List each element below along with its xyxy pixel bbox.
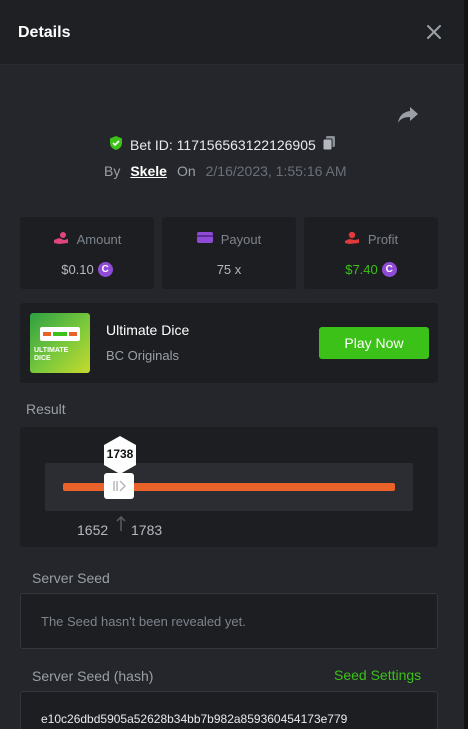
slider-handle[interactable] (104, 473, 134, 499)
amount-card: Amount $0.10 C (20, 217, 154, 289)
close-icon[interactable] (424, 22, 444, 42)
server-seed-hash-label: Server Seed (hash) (32, 668, 154, 684)
copy-icon[interactable] (322, 135, 336, 156)
game-thumbnail-text: ULTIMATE DICE (34, 347, 69, 362)
server-seed-hash-box[interactable]: e10c26dbd5905a52628b34bb7b982a8593604541… (20, 691, 438, 729)
bet-id: Bet ID: 117156563122126905 (130, 137, 316, 153)
verified-shield-icon (108, 135, 124, 156)
result-label: Result (26, 401, 66, 417)
by-label: By (104, 163, 121, 179)
profit-value: $7.40 (345, 262, 378, 277)
result-value: 1738 (106, 447, 134, 461)
bet-details-modal: Details Bet ID: 117156563122126905 By Sk… (0, 0, 464, 729)
page-edge (464, 0, 468, 729)
bet-date: 2/16/2023, 1:55:16 AM (205, 163, 347, 179)
play-now-button[interactable]: Play Now (319, 327, 429, 359)
on-label: On (176, 163, 196, 179)
coin-icon: C (97, 262, 113, 277)
server-seed-message: The Seed hasn't been revealed yet. (41, 614, 246, 629)
modal-header: Details (0, 0, 464, 65)
profit-label: Profit (367, 232, 399, 247)
result-panel: 1738 1652 1783 (20, 427, 438, 547)
game-card: ULTIMATE DICE Ultimate Dice BC Originals… (20, 303, 438, 383)
dice-slider-art-icon (40, 327, 80, 341)
game-name: Ultimate Dice (106, 322, 190, 338)
game-thumbnail[interactable]: ULTIMATE DICE (30, 313, 90, 373)
range-low: 1652 (77, 522, 109, 538)
modal-title: Details (18, 24, 71, 41)
profit-card: Profit $7.40 C (304, 217, 438, 289)
seed-settings-link[interactable]: Seed Settings (334, 667, 421, 683)
server-seed-label: Server Seed (32, 570, 110, 586)
hand-coin-icon (53, 231, 69, 248)
game-provider: BC Originals (106, 348, 179, 363)
wallet-icon (196, 231, 213, 247)
server-seed-box: The Seed hasn't been revealed yet. (20, 593, 438, 649)
range-high: 1783 (131, 522, 163, 538)
username-link[interactable]: Skele (130, 163, 167, 179)
amount-label: Amount (76, 232, 122, 247)
payout-value: 75 x (216, 262, 242, 277)
server-seed-hash-value[interactable]: e10c26dbd5905a52628b34bb7b982a8593604541… (41, 712, 347, 726)
range-arrow-icon (116, 515, 126, 531)
amount-value: $0.10 (61, 262, 94, 277)
coin-icon: C (381, 262, 397, 277)
share-icon[interactable] (396, 104, 420, 126)
payout-label: Payout (220, 231, 262, 247)
profit-hand-icon (344, 231, 360, 248)
bet-id-row: Bet ID: 117156563122126905 (108, 135, 336, 156)
payout-card: Payout 75 x (162, 217, 296, 289)
bet-byline: By Skele On 2/16/2023, 1:55:16 AM (104, 163, 347, 179)
